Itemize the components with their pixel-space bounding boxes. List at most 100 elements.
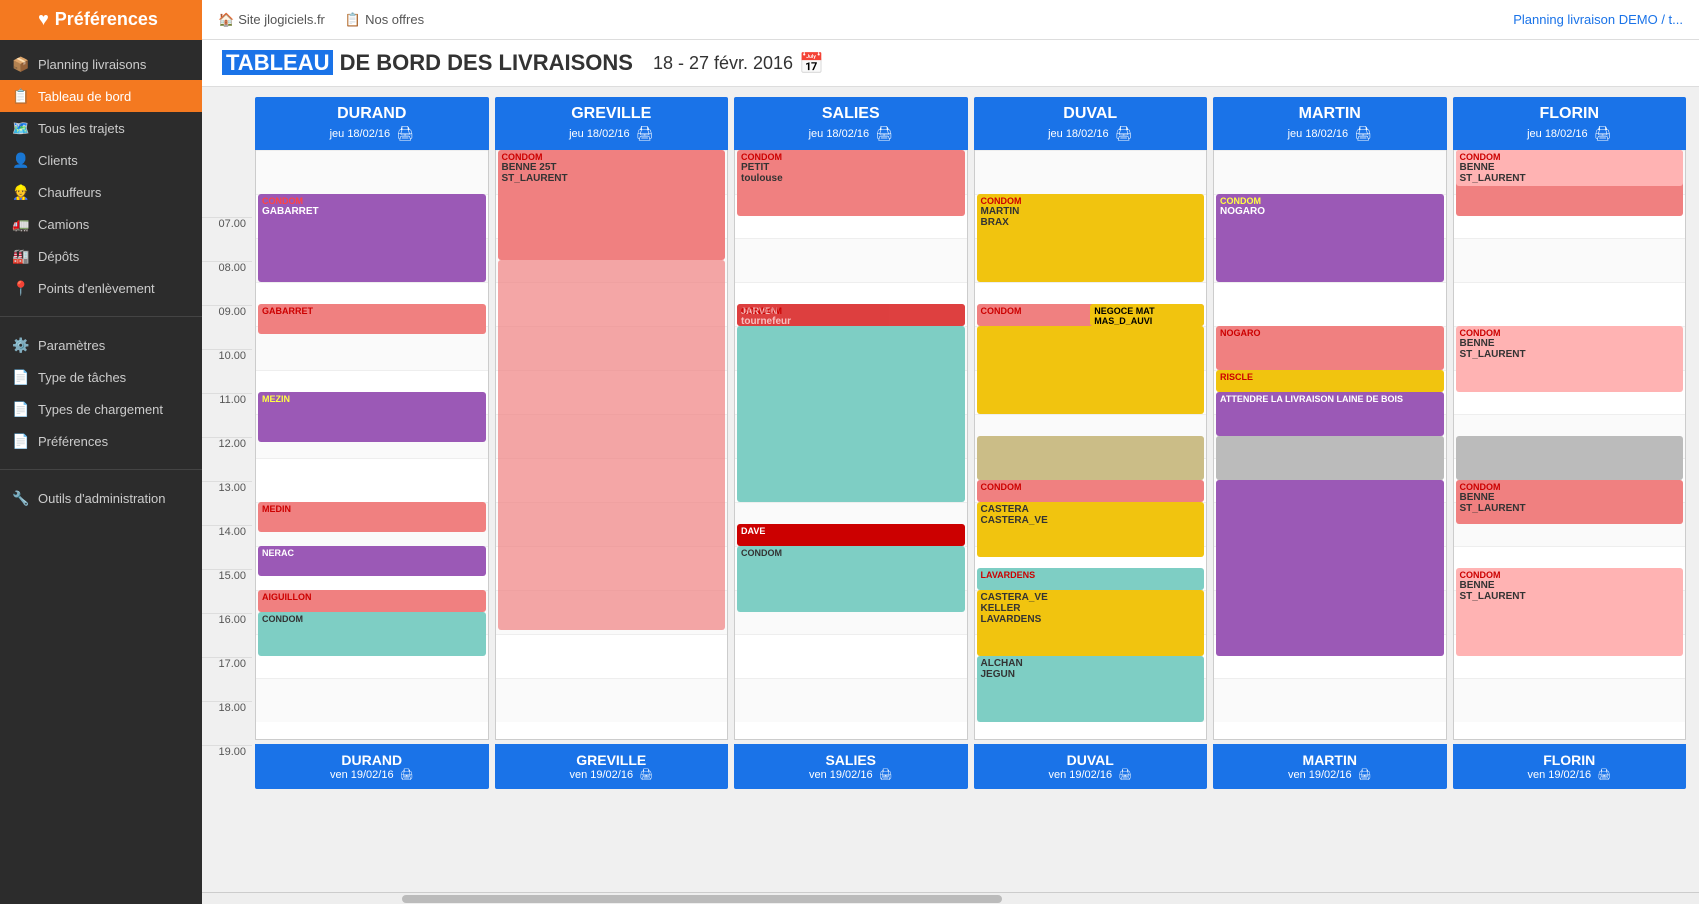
sidebar-item-camions[interactable]: 🚛 Camions [0, 208, 202, 240]
print-icon-greville-footer[interactable]: 🖨 [639, 768, 653, 781]
print-icon-duval[interactable]: 🖨 [1115, 125, 1133, 142]
driver-col-greville: GREVILLE jeu 18/02/16 🖨 [495, 97, 729, 789]
driver-footer-duval: DUVAL ven 19/02/16 🖨 [974, 744, 1208, 789]
event-block[interactable]: MEZIN [258, 392, 486, 442]
driver-schedule-durand[interactable]: CONDOM GABARRET GABARRET MEZIN MEDIN [255, 150, 489, 740]
event-block[interactable]: CONDOM [737, 546, 965, 612]
event-block[interactable] [1216, 436, 1444, 480]
event-block[interactable]: NEGOCE MAT MAS_D_AUVI [1090, 304, 1204, 326]
print-icon-salies-footer[interactable]: 🖨 [879, 768, 893, 781]
print-icon-martin[interactable]: 🖨 [1354, 125, 1372, 142]
driver-footer-name-martin: MARTIN [1217, 752, 1443, 768]
time-slot: 17.00 [202, 657, 252, 701]
title-highlight: TABLEAU [222, 50, 333, 75]
planning-link[interactable]: Planning livraison DEMO / t... [1513, 12, 1699, 27]
driver-footer-durand: DURAND ven 19/02/16 🖨 [255, 744, 489, 789]
event-block[interactable]: AIGUILLON [258, 590, 486, 612]
event-block[interactable]: CASTERA CASTERA_VE [977, 502, 1205, 557]
event-block[interactable]: CONDOM [977, 480, 1205, 502]
event-block[interactable] [1216, 480, 1444, 656]
time-slot: 14.00 [202, 525, 252, 569]
planning-container[interactable]: 07.00 08.00 09.00 10.00 11.00 12.00 13.0… [202, 87, 1699, 892]
doc-icon: 📄 [12, 368, 30, 386]
event-block[interactable] [1456, 436, 1684, 480]
event-block[interactable]: GABARRET [258, 304, 486, 334]
content-header: TABLEAU DE BORD DES LIVRAISONS 18 - 27 f… [202, 40, 1699, 87]
driver-name-florin: FLORIN [1457, 105, 1683, 123]
event-block[interactable]: CONDOM BENNE ST_LAURENT [1456, 568, 1684, 656]
sidebar-item-clients[interactable]: 👤 Clients [0, 144, 202, 176]
event-block[interactable]: CONDOM NOGARO [1216, 194, 1444, 282]
scrollbar-area[interactable] [202, 892, 1699, 904]
driver-schedule-martin[interactable]: CONDOM NOGARO NOGARO RISCLE ATTENDRE LA … [1213, 150, 1447, 740]
driver-date-salies: jeu 18/02/16 🖨 [738, 125, 964, 142]
print-icon-duval-footer[interactable]: 🖨 [1118, 768, 1132, 781]
driver-schedule-greville[interactable]: CONDOM BENNE 25T ST_LAURENT [495, 150, 729, 740]
calendar-icon[interactable]: 📅 [799, 51, 824, 76]
event-block[interactable] [498, 260, 726, 630]
sidebar-section-title-admin[interactable]: 🔧 Outils d'administration [0, 482, 202, 514]
print-icon-greville[interactable]: 🖨 [636, 125, 654, 142]
content-area: TABLEAU DE BORD DES LIVRAISONS 18 - 27 f… [202, 40, 1699, 904]
logo-text: Préférences [55, 9, 158, 30]
event-block[interactable] [737, 326, 965, 502]
sidebar-item-depots[interactable]: 🏭 Dépôts [0, 240, 202, 272]
event-block[interactable]: CONDOM BENNE 25T ST_LAURENT [498, 150, 726, 260]
event-block[interactable]: NOGARO [1216, 326, 1444, 370]
driver-col-duval: DUVAL jeu 18/02/16 🖨 [974, 97, 1208, 789]
heart-icon: ♥ [38, 9, 49, 30]
event-block[interactable]: DAVE [737, 524, 965, 546]
doc-icon2: 📄 [12, 400, 30, 418]
event-block[interactable]: ATTENDRE LA LIVRAISON LAINE DE BOIS [1216, 392, 1444, 436]
event-block[interactable] [977, 326, 1205, 414]
driver-name-martin: MARTIN [1217, 105, 1443, 123]
event-block[interactable]: LAVARDENS [977, 568, 1205, 590]
event-block[interactable]: ALCHAN JEGUN [977, 656, 1205, 722]
date-range: 18 - 27 févr. 2016 📅 [653, 51, 824, 76]
home-icon: 🏠 [218, 12, 234, 28]
event-block[interactable]: CONDOM MARTIN BRAX [977, 194, 1205, 282]
scrollbar-thumb[interactable] [402, 895, 1002, 903]
offers-link[interactable]: 📋 Nos offres [345, 12, 424, 28]
event-block[interactable]: CONDOM BENNE ST_LAURENT [1456, 326, 1684, 392]
event-block[interactable] [977, 436, 1205, 480]
truck-icon: 📦 [12, 55, 30, 73]
print-icon-florin[interactable]: 🖨 [1594, 125, 1612, 142]
event-block[interactable]: CONDOM PETIT toulouse [737, 150, 965, 216]
event-block[interactable]: CONDOM BENNE ST_LAURENT [1456, 480, 1684, 524]
driver-footer-martin: MARTIN ven 19/02/16 🖨 [1213, 744, 1447, 789]
print-icon-martin-footer[interactable]: 🖨 [1358, 768, 1372, 781]
driver-footer-date-florin: ven 19/02/16 🖨 [1457, 768, 1683, 781]
driver-schedule-salies[interactable]: CONDOM PETIT toulouse CONDOM JARVEN tour… [734, 150, 968, 740]
sidebar-item-preferences[interactable]: 📄 Préférences [0, 425, 202, 457]
sidebar-item-types-chargement[interactable]: 📄 Types de chargement [0, 393, 202, 425]
sidebar-item-points[interactable]: 📍 Points d'enlèvement [0, 272, 202, 304]
print-icon-durand-footer[interactable]: 🖨 [400, 768, 414, 781]
event-block[interactable]: RISCLE [1216, 370, 1444, 392]
time-slot: 18.00 [202, 701, 252, 745]
page-title: TABLEAU DE BORD DES LIVRAISONS [222, 50, 633, 76]
planning-grid: 07.00 08.00 09.00 10.00 11.00 12.00 13.0… [202, 97, 1689, 789]
sidebar-item-chauffeurs[interactable]: 👷 Chauffeurs [0, 176, 202, 208]
site-link[interactable]: 🏠 Site jlogiciels.fr [218, 12, 325, 28]
print-icon-florin-footer[interactable]: 🖨 [1597, 768, 1611, 781]
event-block[interactable]: CONDOM GABARRET [258, 194, 486, 282]
driver-schedule-duval[interactable]: CONDOM MARTIN BRAX CONDOM NEGOCE MAT MAS… [974, 150, 1208, 740]
driver-header-martin: MARTIN jeu 18/02/16 🖨 [1213, 97, 1447, 150]
event-block[interactable]: NERAC [258, 546, 486, 576]
sidebar-item-trajets[interactable]: 🗺️ Tous les trajets [0, 112, 202, 144]
event-block[interactable]: JARVEN tournefeur [737, 304, 965, 326]
driver-footer-date-durand: ven 19/02/16 🖨 [259, 768, 485, 781]
event-block[interactable]: CONDOM [258, 612, 486, 656]
print-icon-durand[interactable]: 🖨 [396, 125, 414, 142]
driver-date-greville: jeu 18/02/16 🖨 [499, 125, 725, 142]
event-block[interactable]: MEDIN [258, 502, 486, 532]
main-layout: 📦 Planning livraisons 📋 Tableau de bord … [0, 40, 1699, 904]
sidebar-item-tableau[interactable]: 📋 Tableau de bord [0, 80, 202, 112]
event-block[interactable]: CONDOM BENNE ST_LAURENT [1456, 150, 1684, 186]
sidebar-item-type-taches[interactable]: 📄 Type de tâches [0, 361, 202, 393]
driver-schedule-florin[interactable]: CONDOM BENNE ST_LAURENT CONDOM BENNE ST_… [1453, 150, 1687, 740]
print-icon-salies[interactable]: 🖨 [875, 125, 893, 142]
driver-col-florin: FLORIN jeu 18/02/16 🖨 [1453, 97, 1687, 789]
event-block[interactable]: CASTERA_VE KELLER LAVARDENS [977, 590, 1205, 656]
